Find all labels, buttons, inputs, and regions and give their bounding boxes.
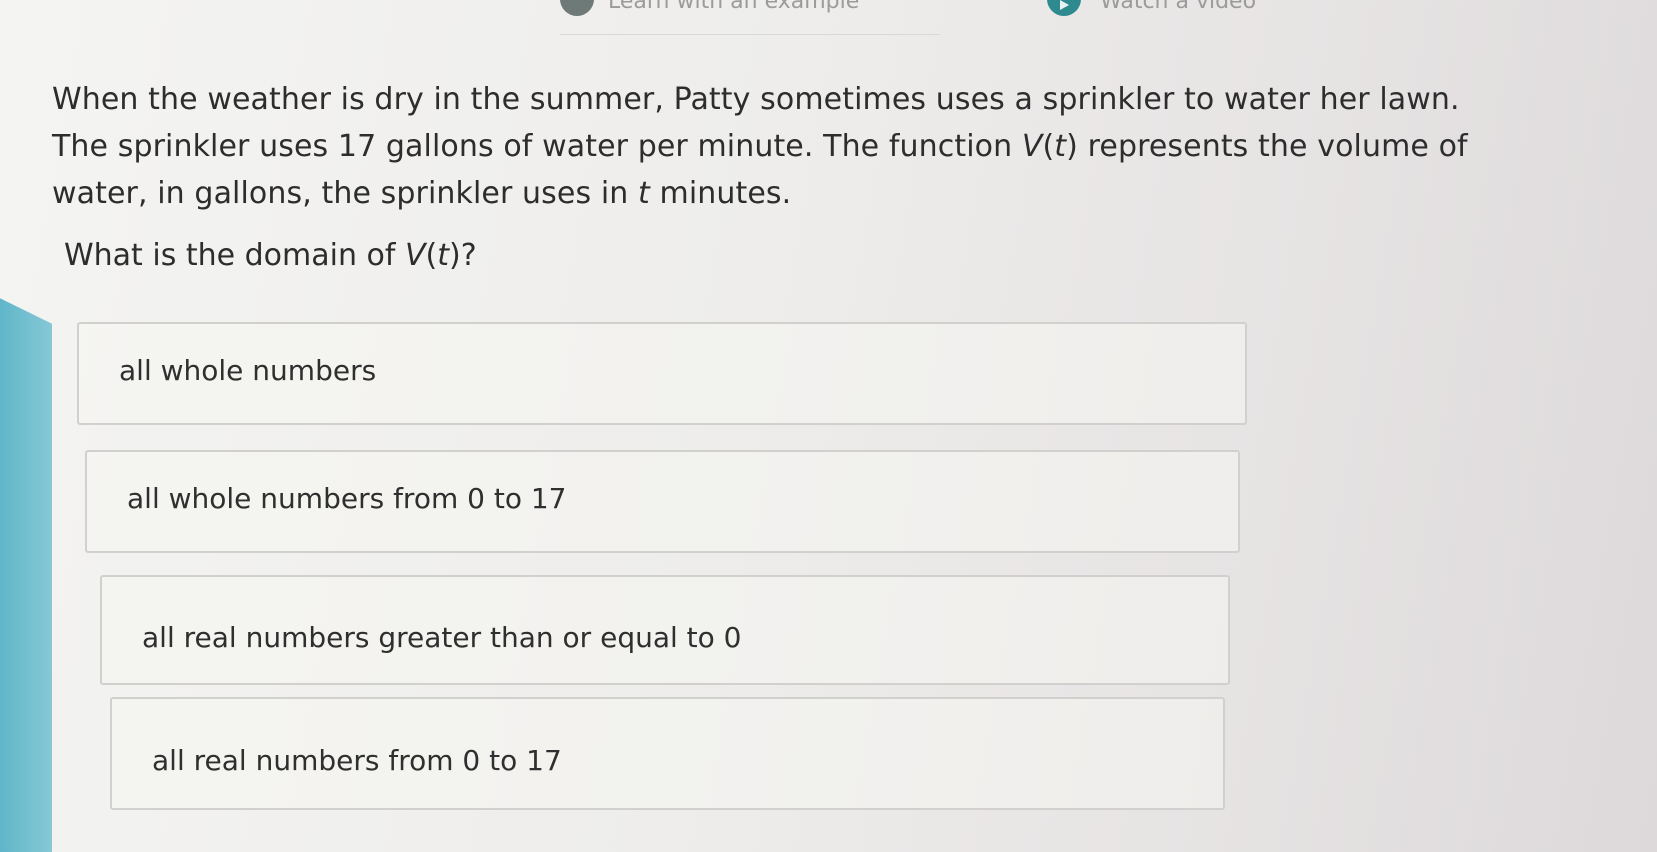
example-icon[interactable] — [560, 0, 594, 16]
question-line-1: When the weather is dry in the summer, P… — [52, 82, 1460, 117]
answer-choice-label: all whole numbers from 0 to 17 — [127, 482, 567, 515]
watch-video-link[interactable]: Watch a video — [1100, 0, 1256, 14]
answer-choice-label: all real numbers greater than or equal t… — [142, 621, 742, 654]
answer-choice-2[interactable]: all whole numbers from 0 to 17 — [85, 450, 1240, 553]
question-line-3: water, in gallons, the sprinkler uses in… — [52, 176, 792, 211]
question-text: When the weather is dry in the summer, P… — [52, 76, 1612, 217]
learn-example-link[interactable]: Learn with an example — [608, 0, 859, 14]
answer-choice-label: all real numbers from 0 to 17 — [152, 744, 562, 777]
answer-choice-1[interactable]: all whole numbers — [77, 322, 1247, 425]
question-line-2: The sprinkler uses 17 gallons of water p… — [52, 129, 1468, 164]
top-toolbar: Learn with an example Watch a video — [0, 0, 1657, 35]
toolbar-divider — [560, 34, 940, 35]
answer-choice-3[interactable]: all real numbers greater than or equal t… — [100, 575, 1230, 685]
answer-choice-4[interactable]: all real numbers from 0 to 17 — [110, 697, 1225, 810]
play-video-icon[interactable] — [1047, 0, 1081, 16]
answer-choice-label: all whole numbers — [119, 354, 377, 387]
left-edge-strip — [0, 298, 52, 852]
question-prompt: What is the domain of V(t)? — [64, 238, 477, 273]
